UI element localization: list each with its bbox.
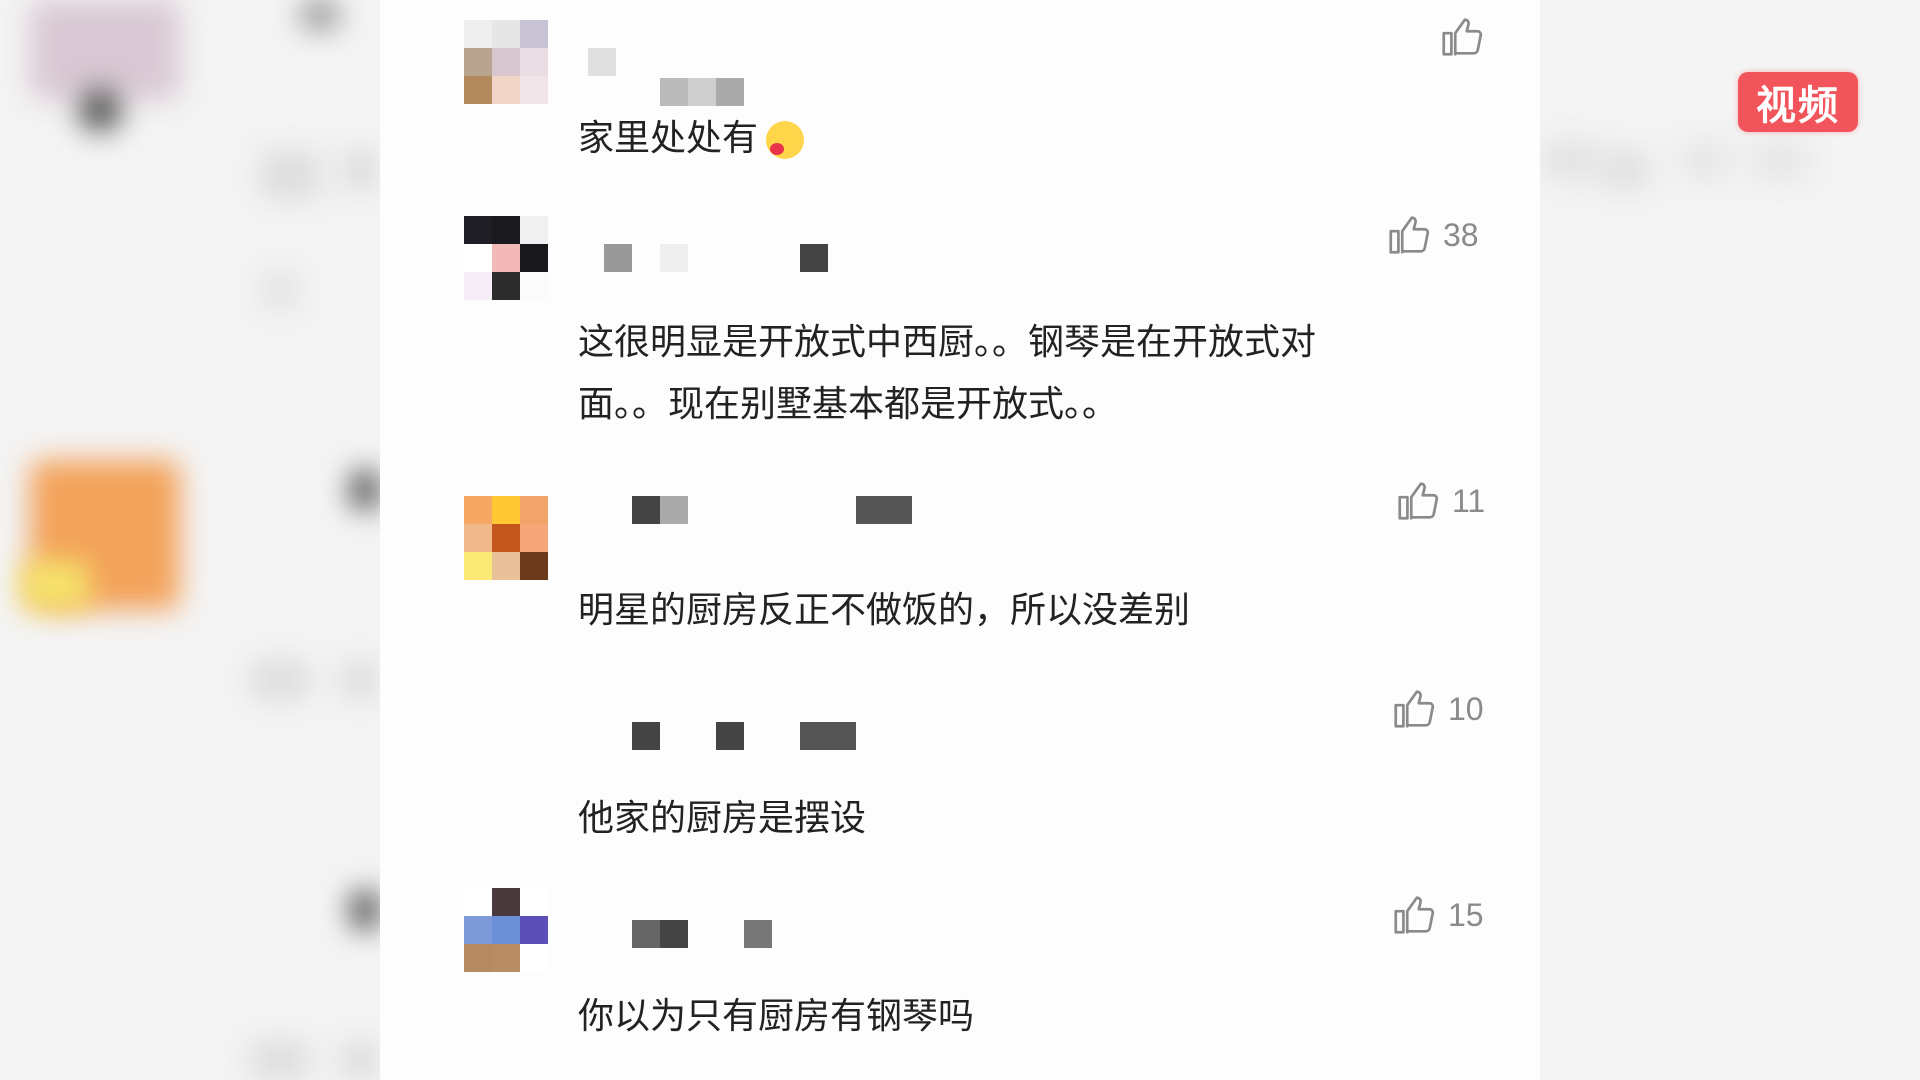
username-pixelated <box>660 72 744 112</box>
kiss-emoji-icon <box>766 121 805 159</box>
blurred-right-panel <box>1540 0 1920 1080</box>
video-badge: 视频 <box>1738 72 1858 132</box>
username-pixelated[interactable] <box>632 490 912 530</box>
blurred-left-panel <box>0 0 380 1080</box>
thumbs-up-icon <box>1442 18 1483 56</box>
like-button[interactable]: 10 <box>1390 686 1484 732</box>
like-button[interactable]: 38 <box>1385 212 1479 258</box>
avatar[interactable] <box>464 20 548 104</box>
like-button[interactable] <box>1438 14 1496 60</box>
thumbs-up-icon <box>1394 690 1435 728</box>
like-count: 11 <box>1452 482 1486 519</box>
thumbs-up-icon <box>1389 216 1430 254</box>
comment-text: 他家的厨房是摆设 <box>578 798 867 839</box>
like-count: 38 <box>1443 216 1479 253</box>
username-pixelated[interactable] <box>632 716 856 756</box>
comment-text: 这很明显是开放式中西厨。。钢琴是在开放式对 <box>578 322 1317 363</box>
like-count: 10 <box>1448 690 1484 727</box>
avatar[interactable] <box>464 496 548 580</box>
like-count: 15 <box>1448 896 1484 933</box>
comment-text: 明星的厨房反正不做饭的，所以没差别 <box>578 590 1191 631</box>
avatar[interactable] <box>464 888 548 972</box>
thumbs-up-icon <box>1394 896 1435 934</box>
like-button[interactable]: 11 <box>1394 478 1485 524</box>
avatar[interactable] <box>464 216 548 300</box>
like-button[interactable]: 15 <box>1390 892 1484 938</box>
comment-text: 你以为只有厨房有钢琴吗 <box>578 996 975 1037</box>
thumbs-up-icon <box>1398 482 1439 520</box>
username-pixelated[interactable] <box>604 238 828 278</box>
comment-text-line2: 面。。现在别墅基本都是开放式。。 <box>578 384 1119 425</box>
username-pixelated[interactable] <box>632 914 772 954</box>
comment-text: 家里处处有 <box>578 108 805 170</box>
comment-list: 家里处处有 这很明显是开放式中西厨。。钢琴是在开放式对 面。。现在别墅基本都是开… <box>380 0 1540 1080</box>
username-pixelated[interactable] <box>580 42 616 82</box>
